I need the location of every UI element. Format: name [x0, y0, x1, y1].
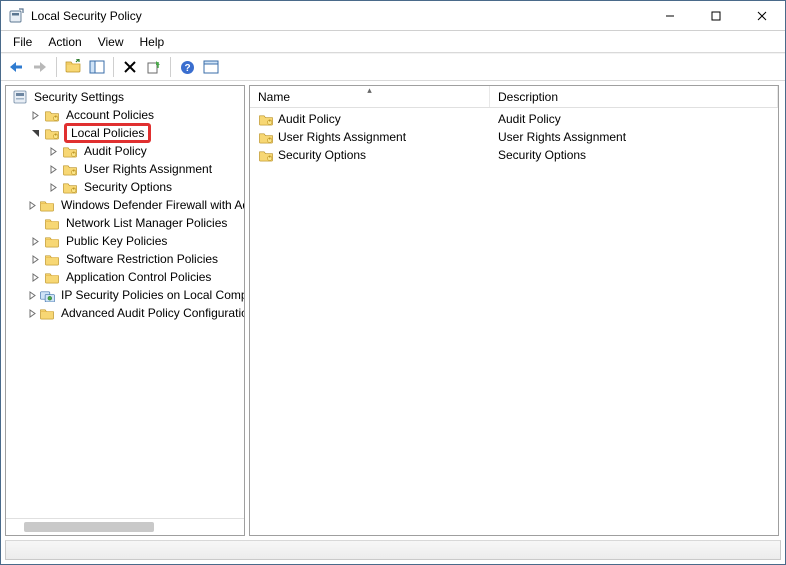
delete-button[interactable]: [119, 56, 141, 78]
list-item[interactable]: Security Options Security Options: [250, 146, 778, 164]
list-item-desc: User Rights Assignment: [498, 130, 626, 144]
back-button[interactable]: [5, 56, 27, 78]
list-item-desc: Security Options: [498, 148, 586, 162]
expand-icon[interactable]: [28, 306, 37, 320]
tree-item-label: Public Key Policies: [64, 234, 169, 248]
tree-pane: Security Settings Account PoliciesLocal …: [5, 85, 245, 536]
menu-file[interactable]: File: [5, 33, 40, 51]
tree-item[interactable]: Software Restriction Policies: [6, 250, 244, 268]
list-item[interactable]: User Rights Assignment User Rights Assign…: [250, 128, 778, 146]
expand-icon[interactable]: [28, 198, 37, 212]
list-item[interactable]: Audit Policy Audit Policy: [250, 110, 778, 128]
up-button[interactable]: [62, 56, 84, 78]
list-item-desc: Audit Policy: [498, 112, 561, 126]
forward-button[interactable]: [29, 56, 51, 78]
folder-icon: [39, 306, 55, 320]
list-item-name: User Rights Assignment: [278, 130, 406, 144]
tree-item[interactable]: Local Policies: [6, 124, 244, 142]
folder-icon: [39, 198, 55, 212]
list-item-name: Security Options: [278, 148, 366, 162]
sort-asc-icon: ▴: [367, 85, 372, 96]
statusbar: [5, 540, 781, 560]
tree[interactable]: Security Settings Account PoliciesLocal …: [6, 86, 244, 518]
menubar: File Action View Help: [1, 31, 785, 53]
folder-lock-icon: [62, 180, 78, 194]
list-pane: ▴ Name Description Audit PolicyAudit Pol…: [249, 85, 779, 536]
svg-text:?: ?: [184, 63, 190, 74]
tree-item-label: Audit Policy: [82, 144, 149, 158]
root-icon: [12, 90, 28, 104]
tree-item[interactable]: Public Key Policies: [6, 232, 244, 250]
minimize-button[interactable]: [647, 1, 693, 31]
tree-item[interactable]: Advanced Audit Policy Configuration: [6, 304, 244, 322]
tree-item[interactable]: Windows Defender Firewall with Advanced …: [6, 196, 244, 214]
tree-item[interactable]: Audit Policy: [6, 142, 244, 160]
expand-icon[interactable]: [28, 270, 42, 284]
folder-icon: [44, 216, 60, 230]
tree-item-label: Application Control Policies: [64, 270, 213, 284]
tree-item[interactable]: Security Options: [6, 178, 244, 196]
expand-icon[interactable]: [28, 126, 42, 140]
tree-item-label: Windows Defender Firewall with Advanced …: [59, 198, 244, 212]
app-window: Local Security Policy File Action View H…: [0, 0, 786, 565]
list-item-name: Audit Policy: [278, 112, 341, 126]
expand-icon[interactable]: [46, 144, 60, 158]
close-button[interactable]: [739, 1, 785, 31]
folder-lock-icon: [62, 144, 78, 158]
app-icon: [9, 8, 25, 24]
menu-action[interactable]: Action: [40, 33, 89, 51]
folder-icon: [44, 252, 60, 266]
folder-lock-icon: [44, 108, 60, 122]
expand-icon[interactable]: [28, 234, 42, 248]
expand-icon[interactable]: [28, 288, 37, 302]
folder-lock-icon: [258, 148, 274, 162]
tree-item[interactable]: IP Security Policies on Local Computer: [6, 286, 244, 304]
list-header: ▴ Name Description: [250, 86, 778, 108]
menu-view[interactable]: View: [90, 33, 132, 51]
menu-help[interactable]: Help: [132, 33, 173, 51]
titlebar: Local Security Policy: [1, 1, 785, 31]
scroll-thumb[interactable]: [24, 522, 154, 532]
properties-button[interactable]: [200, 56, 222, 78]
column-header-name[interactable]: ▴ Name: [250, 86, 490, 107]
folder-lock-icon: [258, 112, 274, 126]
toolbar: ?: [1, 53, 785, 81]
content-area: Security Settings Account PoliciesLocal …: [1, 81, 785, 540]
folder-icon: [44, 270, 60, 284]
expand-icon[interactable]: [46, 162, 60, 176]
tree-item-label: Software Restriction Policies: [64, 252, 220, 266]
column-header-desc-label: Description: [498, 90, 558, 104]
tree-item-label: User Rights Assignment: [82, 162, 214, 176]
tree-item-label: Local Policies: [64, 123, 151, 143]
tree-item[interactable]: Network List Manager Policies: [6, 214, 244, 232]
tree-item[interactable]: Account Policies: [6, 106, 244, 124]
tree-hscrollbar[interactable]: [6, 518, 244, 535]
tree-item[interactable]: Application Control Policies: [6, 268, 244, 286]
folder-lock-icon: [258, 130, 274, 144]
folder-icon: [44, 234, 60, 248]
expand-icon[interactable]: [28, 252, 42, 266]
ipsec-icon: [39, 288, 55, 302]
tree-item-label: Account Policies: [64, 108, 156, 122]
expand-icon[interactable]: [28, 108, 42, 122]
tree-item[interactable]: User Rights Assignment: [6, 160, 244, 178]
column-header-name-label: Name: [258, 90, 290, 104]
tree-item-label: Advanced Audit Policy Configuration: [59, 306, 244, 320]
tree-root-label: Security Settings: [32, 90, 126, 104]
tree-item-label: Network List Manager Policies: [64, 216, 229, 230]
export-button[interactable]: [143, 56, 165, 78]
show-hide-tree-button[interactable]: [86, 56, 108, 78]
folder-lock-icon: [44, 126, 60, 140]
tree-root[interactable]: Security Settings: [6, 88, 244, 106]
tree-item-label: Security Options: [82, 180, 174, 194]
window-title: Local Security Policy: [31, 9, 142, 23]
list-body[interactable]: Audit Policy Audit Policy User Rights Assi…: [250, 108, 778, 535]
tree-item-label: IP Security Policies on Local Computer: [59, 288, 244, 302]
column-header-description[interactable]: Description: [490, 86, 778, 107]
expand-icon[interactable]: [46, 180, 60, 194]
maximize-button[interactable]: [693, 1, 739, 31]
folder-lock-icon: [62, 162, 78, 176]
help-button[interactable]: ?: [176, 56, 198, 78]
